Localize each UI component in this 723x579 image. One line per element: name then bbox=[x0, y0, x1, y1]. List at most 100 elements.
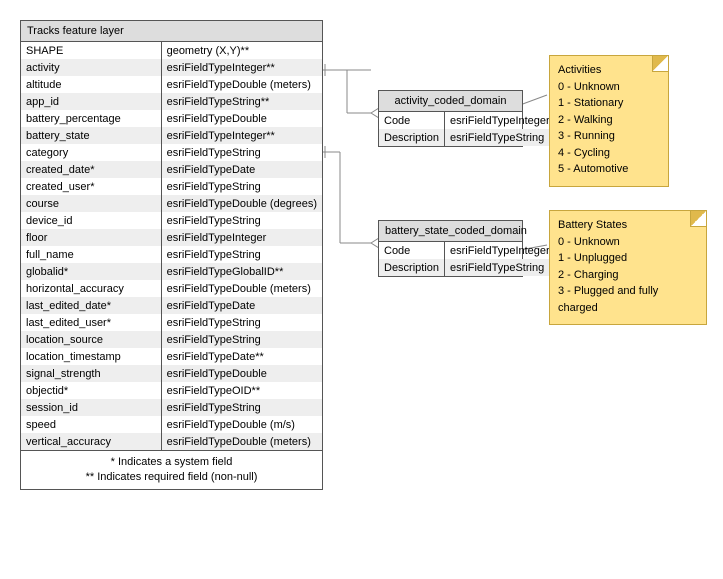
table-row: app_idesriFieldTypeString** bbox=[21, 93, 322, 110]
table-row: location_sourceesriFieldTypeString bbox=[21, 331, 322, 348]
field-type: esriFieldTypeDouble (meters) bbox=[161, 433, 322, 450]
field-name: globalid* bbox=[21, 263, 161, 280]
battery-domain-fields: CodeesriFieldTypeIntegerDescriptionesriF… bbox=[379, 242, 555, 276]
field-type: geometry (X,Y)** bbox=[161, 42, 322, 59]
field-type: esriFieldTypeString bbox=[161, 314, 322, 331]
field-name: location_source bbox=[21, 331, 161, 348]
table-row: categoryesriFieldTypeString bbox=[21, 144, 322, 161]
table-row: CodeesriFieldTypeInteger bbox=[379, 112, 555, 129]
field-name: battery_percentage bbox=[21, 110, 161, 127]
table-row: speedesriFieldTypeDouble (m/s) bbox=[21, 416, 322, 433]
table-row: courseesriFieldTypeDouble (degrees) bbox=[21, 195, 322, 212]
field-type: esriFieldTypeString bbox=[445, 259, 555, 276]
field-type: esriFieldTypeInteger** bbox=[161, 127, 322, 144]
field-name: floor bbox=[21, 229, 161, 246]
field-name: objectid* bbox=[21, 382, 161, 399]
note-line: 5 - Automotive bbox=[558, 161, 660, 178]
table-row: full_nameesriFieldTypeString bbox=[21, 246, 322, 263]
table-row: activityesriFieldTypeInteger** bbox=[21, 59, 322, 76]
table-row: battery_percentageesriFieldTypeDouble bbox=[21, 110, 322, 127]
table-row: objectid*esriFieldTypeOID** bbox=[21, 382, 322, 399]
field-type: esriFieldTypeDate bbox=[161, 161, 322, 178]
table-row: battery_stateesriFieldTypeInteger** bbox=[21, 127, 322, 144]
field-name: category bbox=[21, 144, 161, 161]
battery-state-coded-domain-table: battery_state_coded_domain CodeesriField… bbox=[378, 220, 523, 277]
field-name: activity bbox=[21, 59, 161, 76]
field-type: esriFieldTypeString bbox=[161, 144, 322, 161]
battery-domain-title: battery_state_coded_domain bbox=[379, 221, 522, 242]
field-type: esriFieldTypeDouble bbox=[161, 110, 322, 127]
field-name: created_date* bbox=[21, 161, 161, 178]
field-name: SHAPE bbox=[21, 42, 161, 59]
field-type: esriFieldTypeString** bbox=[161, 93, 322, 110]
field-name: app_id bbox=[21, 93, 161, 110]
note-fold-icon bbox=[652, 56, 668, 72]
note-line: 1 - Stationary bbox=[558, 95, 660, 112]
table-row: signal_strengthesriFieldTypeDouble bbox=[21, 365, 322, 382]
note-line: 2 - Charging bbox=[558, 267, 698, 284]
field-name: signal_strength bbox=[21, 365, 161, 382]
field-type: esriFieldTypeString bbox=[161, 246, 322, 263]
field-name: speed bbox=[21, 416, 161, 433]
field-name: battery_state bbox=[21, 127, 161, 144]
field-type: esriFieldTypeInteger bbox=[445, 242, 555, 259]
note-line: 4 - Cycling bbox=[558, 145, 660, 162]
note-line: 0 - Unknown bbox=[558, 79, 660, 96]
tracks-table-footnotes: * Indicates a system field ** Indicates … bbox=[21, 450, 322, 489]
tracks-table-title: Tracks feature layer bbox=[21, 21, 322, 42]
table-row: location_timestampesriFieldTypeDate** bbox=[21, 348, 322, 365]
field-name: Code bbox=[379, 112, 445, 129]
field-name: full_name bbox=[21, 246, 161, 263]
field-name: horizontal_accuracy bbox=[21, 280, 161, 297]
field-name: altitude bbox=[21, 76, 161, 93]
note-line: 2 - Walking bbox=[558, 112, 660, 129]
tracks-fields-table: SHAPEgeometry (X,Y)**activityesriFieldTy… bbox=[21, 42, 322, 450]
footnote-system-field: * Indicates a system field bbox=[25, 455, 318, 470]
field-type: esriFieldTypeInteger bbox=[445, 112, 555, 129]
activities-note-title: Activities bbox=[558, 62, 660, 79]
field-type: esriFieldTypeString bbox=[161, 178, 322, 195]
field-name: last_edited_user* bbox=[21, 314, 161, 331]
field-name: Description bbox=[379, 129, 445, 146]
field-type: esriFieldTypeOID** bbox=[161, 382, 322, 399]
field-name: last_edited_date* bbox=[21, 297, 161, 314]
field-type: esriFieldTypeGlobalID** bbox=[161, 263, 322, 280]
field-type: esriFieldTypeDouble (m/s) bbox=[161, 416, 322, 433]
activity-domain-fields: CodeesriFieldTypeIntegerDescriptionesriF… bbox=[379, 112, 555, 146]
field-type: esriFieldTypeDouble (meters) bbox=[161, 280, 322, 297]
field-type: esriFieldTypeInteger bbox=[161, 229, 322, 246]
table-row: CodeesriFieldTypeInteger bbox=[379, 242, 555, 259]
field-type: esriFieldTypeDate bbox=[161, 297, 322, 314]
field-name: Description bbox=[379, 259, 445, 276]
table-row: DescriptionesriFieldTypeString bbox=[379, 129, 555, 146]
field-type: esriFieldTypeDouble (meters) bbox=[161, 76, 322, 93]
field-name: device_id bbox=[21, 212, 161, 229]
field-type: esriFieldTypeString bbox=[161, 212, 322, 229]
field-name: course bbox=[21, 195, 161, 212]
note-line: 1 - Unplugged bbox=[558, 250, 698, 267]
field-type: esriFieldTypeString bbox=[161, 331, 322, 348]
table-row: session_idesriFieldTypeString bbox=[21, 399, 322, 416]
battery-states-note-title: Battery States bbox=[558, 217, 698, 234]
field-type: esriFieldTypeString bbox=[161, 399, 322, 416]
note-line: 3 - Running bbox=[558, 128, 660, 145]
field-type: esriFieldTypeInteger** bbox=[161, 59, 322, 76]
table-row: last_edited_user*esriFieldTypeString bbox=[21, 314, 322, 331]
field-name: location_timestamp bbox=[21, 348, 161, 365]
table-row: created_date*esriFieldTypeDate bbox=[21, 161, 322, 178]
field-name: session_id bbox=[21, 399, 161, 416]
activity-coded-domain-table: activity_coded_domain CodeesriFieldTypeI… bbox=[378, 90, 523, 147]
field-type: esriFieldTypeDouble (degrees) bbox=[161, 195, 322, 212]
table-row: SHAPEgeometry (X,Y)** bbox=[21, 42, 322, 59]
table-row: flooresriFieldTypeInteger bbox=[21, 229, 322, 246]
footnote-required-field: ** Indicates required field (non-null) bbox=[25, 470, 318, 485]
activities-note: Activities 0 - Unknown1 - Stationary2 - … bbox=[549, 55, 669, 187]
table-row: last_edited_date*esriFieldTypeDate bbox=[21, 297, 322, 314]
note-line: 3 - Plugged and fully charged bbox=[558, 283, 698, 316]
battery-states-note: Battery States 0 - Unknown1 - Unplugged2… bbox=[549, 210, 707, 325]
table-row: device_idesriFieldTypeString bbox=[21, 212, 322, 229]
table-row: created_user*esriFieldTypeString bbox=[21, 178, 322, 195]
field-type: esriFieldTypeDouble bbox=[161, 365, 322, 382]
table-row: vertical_accuracyesriFieldTypeDouble (me… bbox=[21, 433, 322, 450]
table-row: globalid*esriFieldTypeGlobalID** bbox=[21, 263, 322, 280]
